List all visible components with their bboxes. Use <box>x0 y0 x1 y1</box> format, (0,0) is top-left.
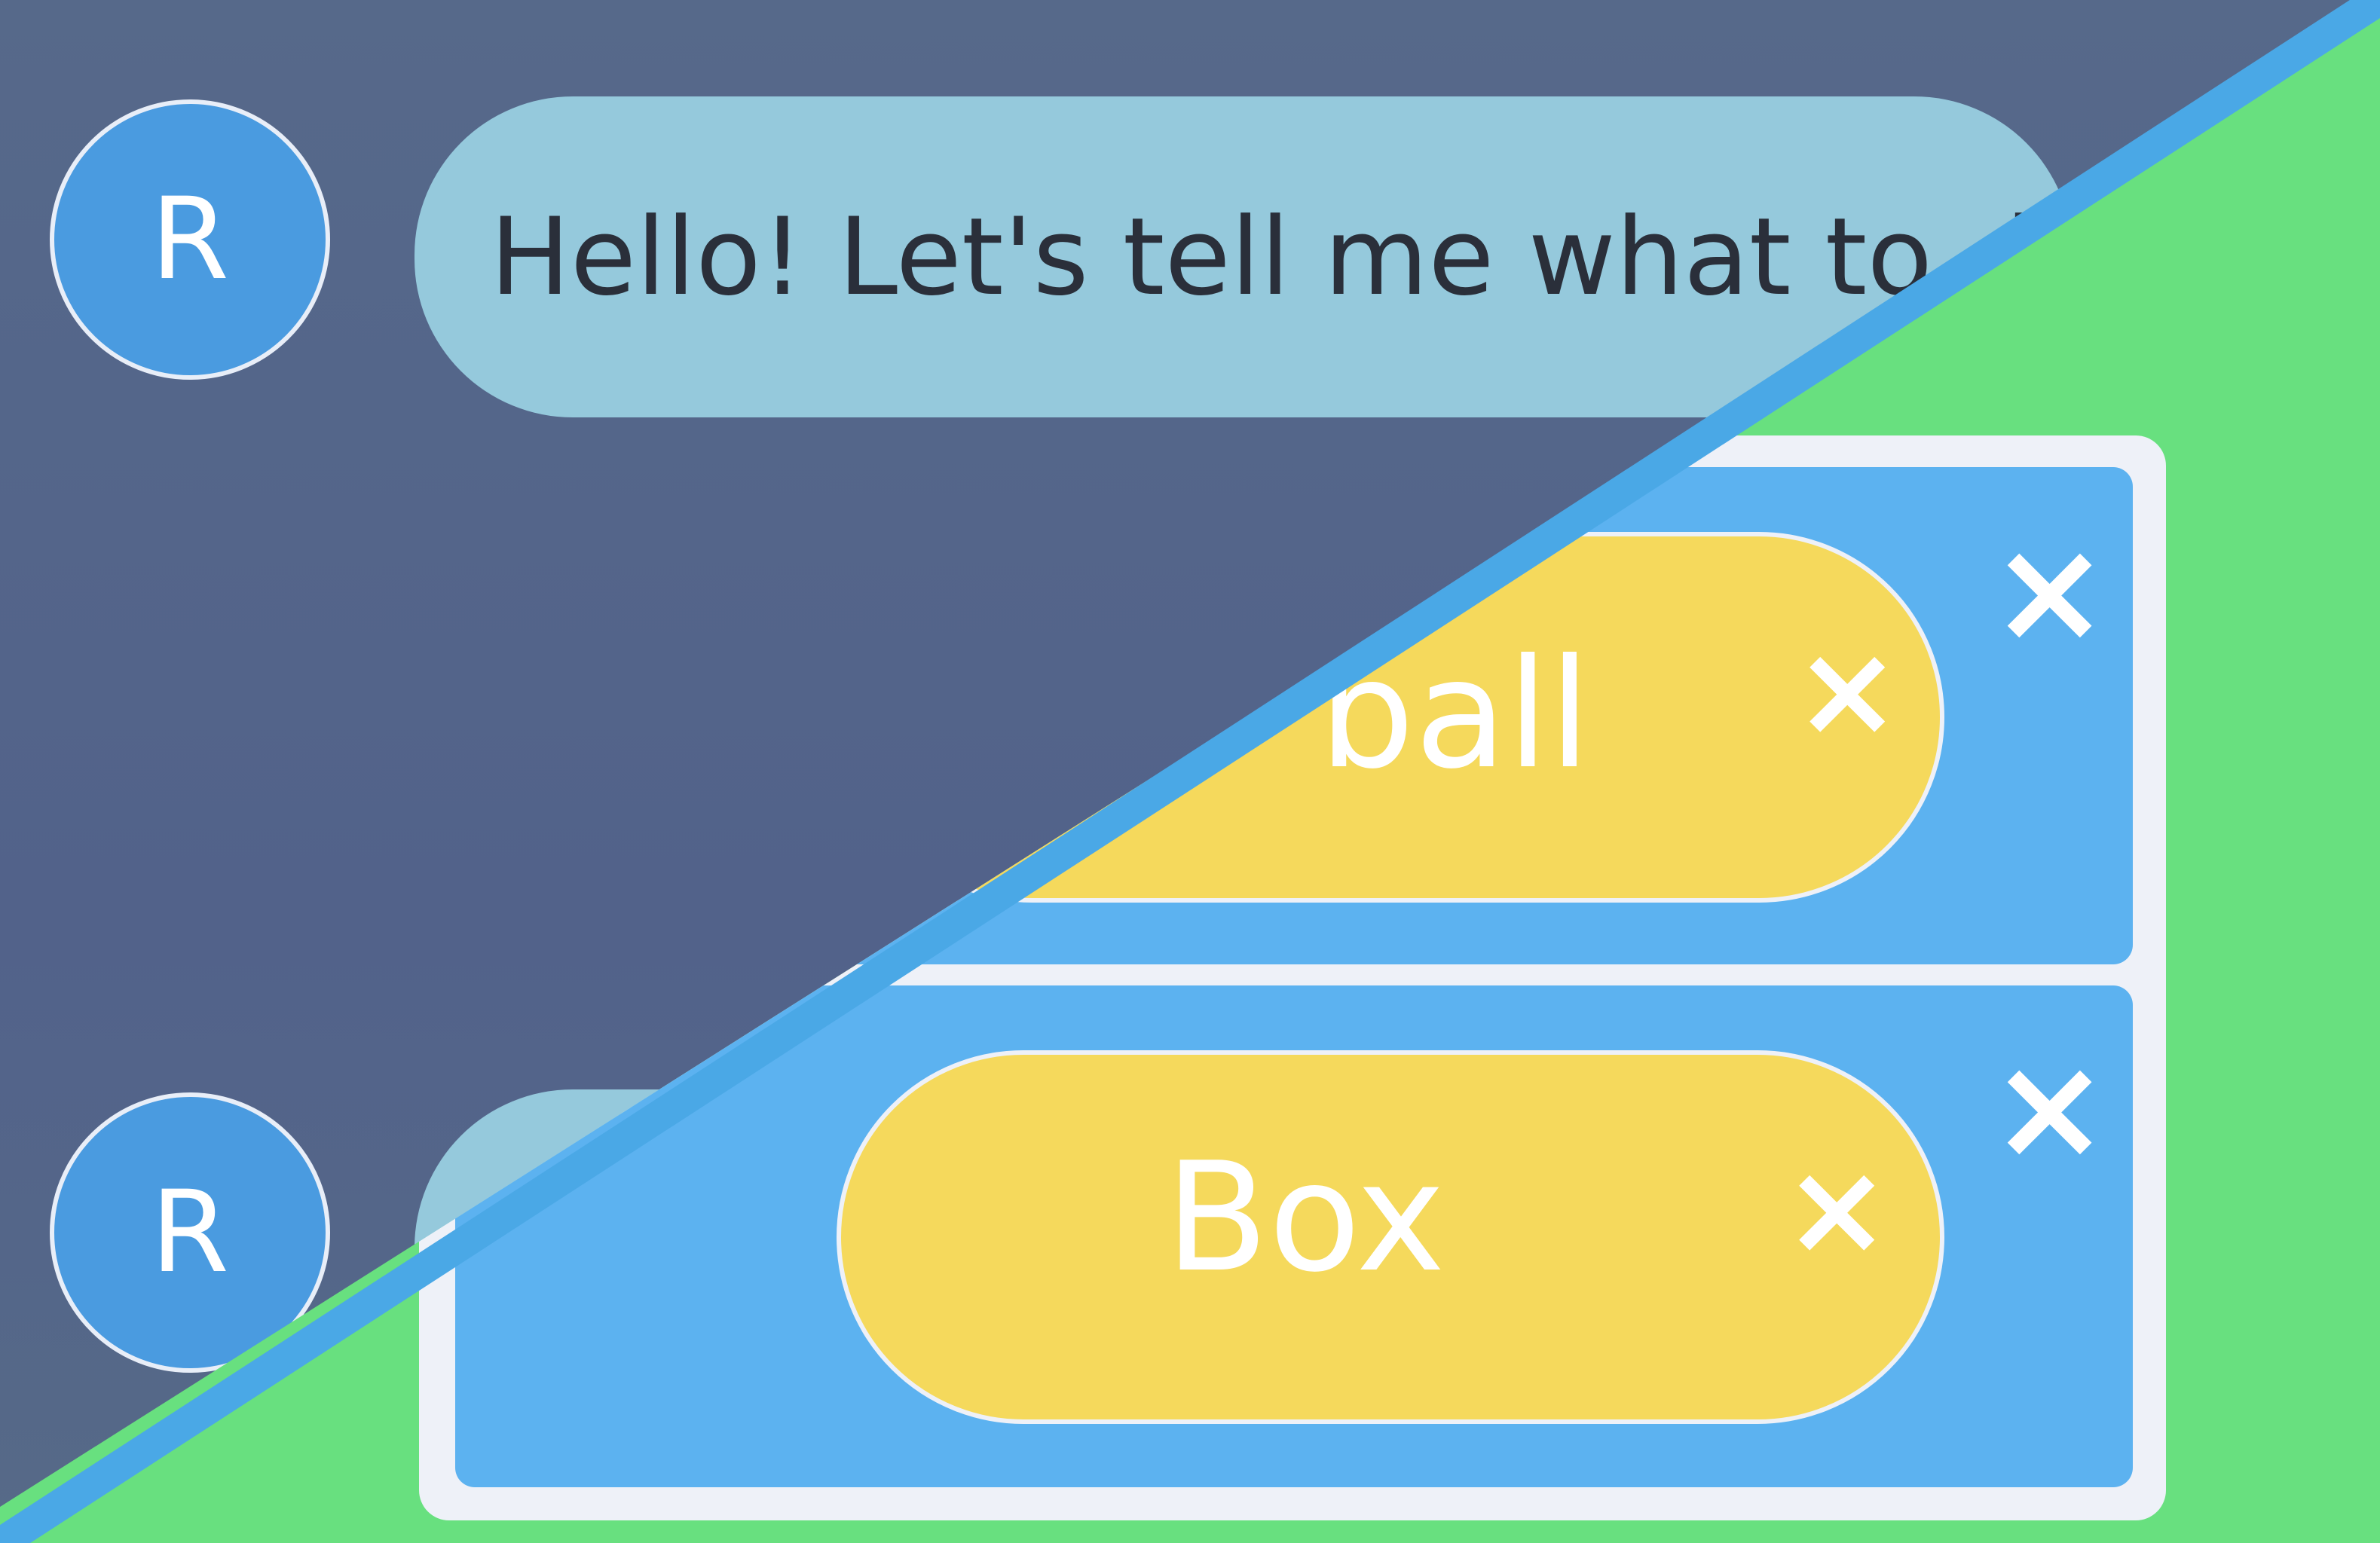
avatar[interactable]: R <box>50 99 330 380</box>
chat-message-text: Hello! Let's tell me what to d <box>490 194 2035 319</box>
avatar-initial: R <box>150 1167 230 1298</box>
pill-label: Box <box>1165 1130 1445 1306</box>
close-icon[interactable]: × <box>1794 627 1901 755</box>
command-block[interactable]: × Box × <box>455 985 2133 1487</box>
pill-label: ball <box>1319 627 1591 802</box>
avatar-initial: R <box>150 174 230 305</box>
close-icon[interactable]: × <box>1783 1145 1890 1273</box>
close-icon[interactable]: × <box>1990 1037 2109 1180</box>
close-icon[interactable]: × <box>1990 520 2109 663</box>
screenshot-stage: R Hello! Let's tell me what to d R ace ×… <box>0 0 2380 1543</box>
object-pill[interactable]: Box × <box>837 1050 1944 1424</box>
